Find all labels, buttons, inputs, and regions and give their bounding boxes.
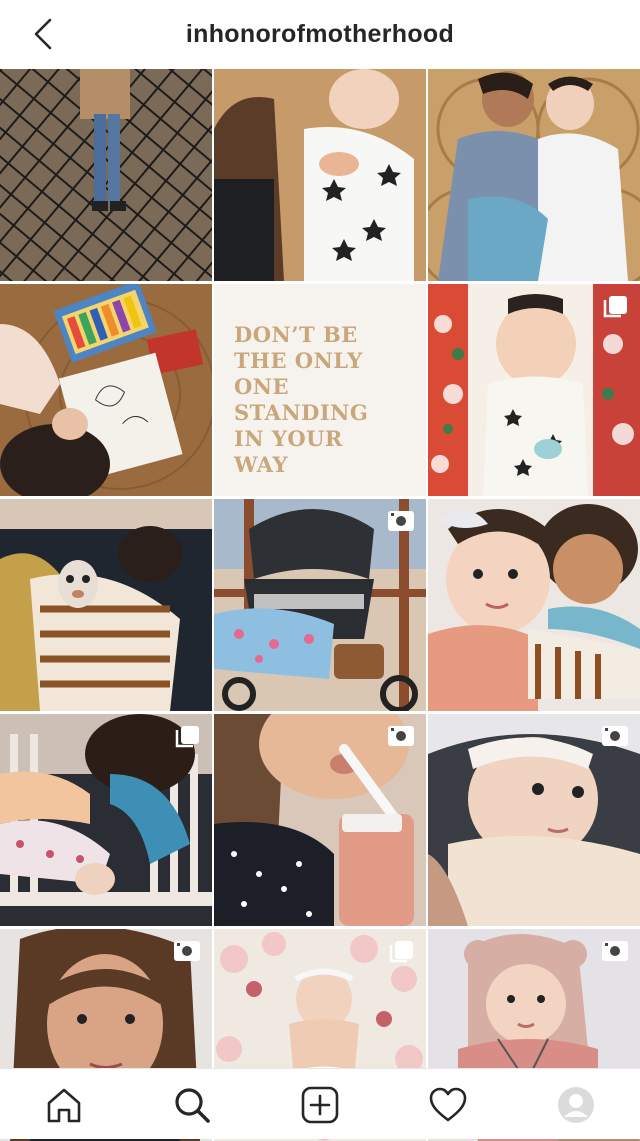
- video-badge-icon: [600, 724, 630, 748]
- nav-profile[interactable]: [556, 1085, 596, 1125]
- post-thumbnail[interactable]: [0, 284, 212, 496]
- home-icon: [47, 1088, 81, 1123]
- post-thumbnail[interactable]: [0, 714, 212, 926]
- post-image: [428, 69, 640, 281]
- video-badge-icon: [386, 509, 416, 533]
- nav-search[interactable]: [172, 1085, 212, 1125]
- video-badge-icon: [172, 939, 202, 963]
- post-image: [0, 284, 212, 496]
- post-image: [428, 499, 640, 711]
- post-image: [0, 69, 212, 281]
- nav-new-post[interactable]: [300, 1085, 340, 1125]
- new-post-icon: [301, 1086, 339, 1124]
- post-image: [0, 499, 212, 711]
- post-thumbnail-quote[interactable]: DON’T BE THE ONLY ONE STANDING IN YOUR W…: [214, 284, 426, 496]
- post-thumbnail[interactable]: [0, 69, 212, 281]
- nav-home[interactable]: [44, 1085, 84, 1125]
- post-thumbnail[interactable]: [428, 499, 640, 711]
- post-thumbnail[interactable]: [428, 69, 640, 281]
- post-image: [214, 69, 426, 281]
- video-badge-icon: [386, 724, 416, 748]
- post-thumbnail[interactable]: [214, 714, 426, 926]
- top-bar: inhonorofmotherhood: [0, 0, 640, 68]
- carousel-badge-icon: [600, 294, 630, 318]
- profile-avatar-icon: [558, 1087, 594, 1123]
- profile-username-title: inhonorofmotherhood: [185, 20, 455, 48]
- post-thumbnail[interactable]: [214, 499, 426, 711]
- post-thumbnail[interactable]: [214, 69, 426, 281]
- post-thumbnail[interactable]: [0, 499, 212, 711]
- post-thumbnail[interactable]: [428, 284, 640, 496]
- post-thumbnail[interactable]: [428, 714, 640, 926]
- nav-activity[interactable]: [428, 1085, 468, 1125]
- quote-text: DON’T BE THE ONLY ONE STANDING IN YOUR W…: [234, 322, 369, 477]
- search-icon: [175, 1088, 210, 1123]
- carousel-badge-icon: [386, 939, 416, 963]
- bottom-navigation: [0, 1068, 640, 1139]
- posts-grid: DON’T BE THE ONLY ONE STANDING IN YOUR W…: [0, 69, 640, 1141]
- video-badge-icon: [600, 939, 630, 963]
- heart-icon: [429, 1087, 467, 1122]
- carousel-badge-icon: [172, 724, 202, 748]
